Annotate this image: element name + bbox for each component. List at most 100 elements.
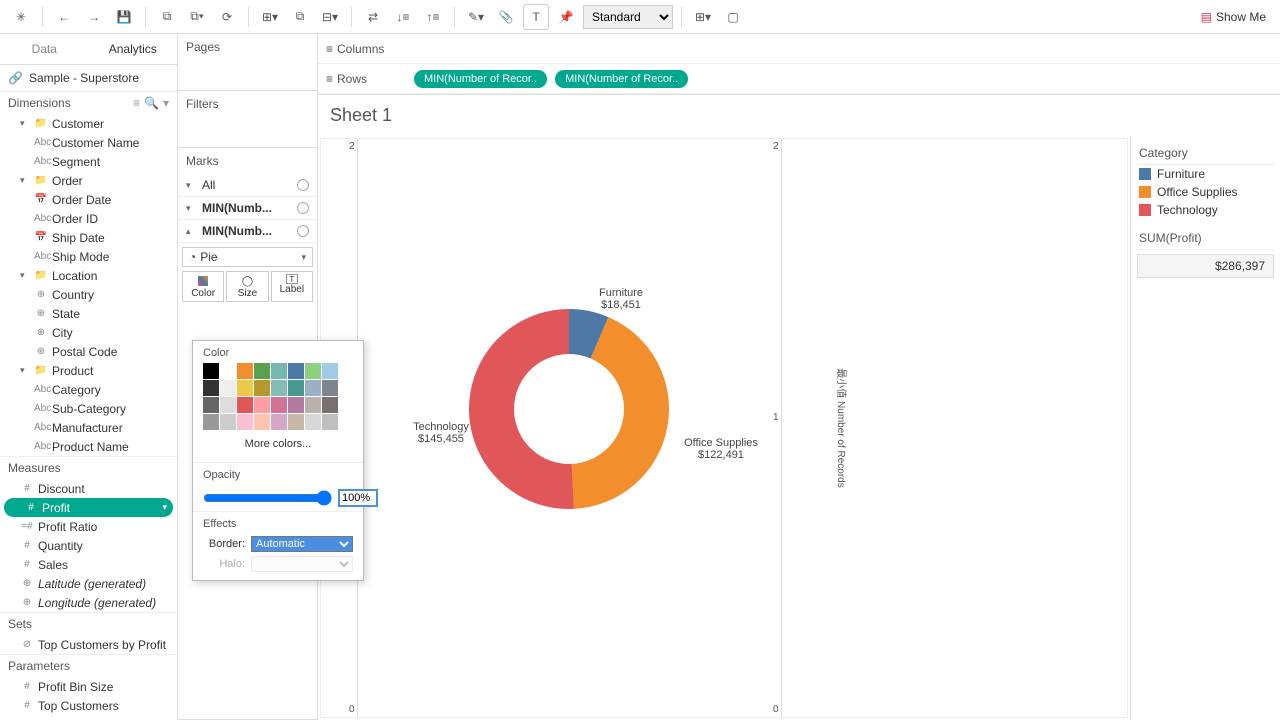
totals-button[interactable]: T — [523, 4, 549, 30]
field-ship-date[interactable]: 📅Ship Date — [0, 228, 177, 247]
set-top-customers[interactable]: ⊘Top Customers by Profit — [0, 635, 177, 654]
halo-select[interactable] — [251, 556, 353, 572]
color-swatch[interactable] — [271, 414, 287, 430]
color-swatch[interactable] — [288, 363, 304, 379]
opacity-input[interactable] — [338, 489, 378, 507]
marks-color-button[interactable]: Color — [182, 271, 224, 302]
color-swatch[interactable] — [220, 363, 236, 379]
color-swatch[interactable] — [203, 363, 219, 379]
search-icon[interactable]: 🔍 — [144, 96, 159, 110]
legend-item[interactable]: Office Supplies — [1137, 183, 1274, 201]
color-swatch[interactable] — [203, 380, 219, 396]
color-swatch[interactable] — [305, 363, 321, 379]
color-swatch[interactable] — [237, 380, 253, 396]
color-swatch[interactable] — [271, 380, 287, 396]
color-swatch[interactable] — [322, 363, 338, 379]
color-swatch[interactable] — [322, 414, 338, 430]
border-select[interactable]: Automatic — [251, 536, 353, 552]
field-segment[interactable]: AbcSegment — [0, 152, 177, 171]
field-order-id[interactable]: AbcOrder ID — [0, 209, 177, 228]
highlight-button[interactable]: ✎▾ — [463, 4, 489, 30]
legend-item[interactable]: Furniture — [1137, 165, 1274, 183]
field-latitude[interactable]: ⊕Latitude (generated) — [0, 574, 177, 593]
marks-all[interactable]: ▾All — [178, 174, 317, 197]
color-swatch[interactable] — [322, 380, 338, 396]
field-profit-ratio[interactable]: =#Profit Ratio — [0, 517, 177, 536]
menu-icon[interactable]: ▾ — [163, 96, 169, 110]
color-swatch[interactable] — [305, 397, 321, 413]
color-swatch[interactable] — [220, 414, 236, 430]
clear-button[interactable]: ⊟▾ — [317, 4, 343, 30]
swap-button[interactable]: ⇄ — [360, 4, 386, 30]
field-customer-name[interactable]: AbcCustomer Name — [0, 133, 177, 152]
opacity-slider[interactable] — [203, 490, 332, 506]
presentation-button[interactable]: ▢ — [720, 4, 746, 30]
field-order-date[interactable]: 📅Order Date — [0, 190, 177, 209]
color-swatch[interactable] — [288, 414, 304, 430]
color-swatch[interactable] — [288, 380, 304, 396]
logo-icon[interactable]: ✳ — [8, 4, 34, 30]
fit-select[interactable]: Standard — [583, 5, 673, 29]
new-datasource-button[interactable]: ⧉ — [154, 4, 180, 30]
filters-shelf[interactable]: Filters — [178, 91, 317, 148]
field-longitude[interactable]: ⊕Longitude (generated) — [0, 593, 177, 612]
marks-size-button[interactable]: ◯Size — [226, 271, 268, 302]
color-swatch[interactable] — [305, 380, 321, 396]
color-swatch[interactable] — [271, 363, 287, 379]
forward-button[interactable]: → — [81, 4, 107, 30]
donut-chart[interactable] — [459, 299, 679, 519]
tab-analytics[interactable]: Analytics — [89, 34, 178, 64]
field-category[interactable]: AbcCategory — [0, 380, 177, 399]
show-me-button[interactable]: ▤ Show Me — [1195, 10, 1272, 24]
field-quantity[interactable]: #Quantity — [0, 536, 177, 555]
marks-label-button[interactable]: TLabel — [271, 271, 313, 302]
color-swatch[interactable] — [220, 397, 236, 413]
field-city[interactable]: ⊕City — [0, 323, 177, 342]
field-subcategory[interactable]: AbcSub-Category — [0, 399, 177, 418]
new-worksheet-button[interactable]: ⊞▾ — [257, 4, 283, 30]
color-swatch[interactable] — [203, 414, 219, 430]
refresh-button[interactable]: ⟳ — [214, 4, 240, 30]
color-swatch[interactable] — [203, 397, 219, 413]
color-swatch[interactable] — [288, 397, 304, 413]
param-top-customers[interactable]: #Top Customers — [0, 696, 177, 715]
field-discount[interactable]: #Discount — [0, 479, 177, 498]
show-cards-button[interactable]: ⊞▾ — [690, 4, 716, 30]
view-icon[interactable]: ≡ — [133, 96, 140, 110]
pill-min-records-1[interactable]: MIN(Number of Recor.. — [414, 70, 547, 88]
rows-shelf[interactable]: ≡Rows MIN(Number of Recor.. MIN(Number o… — [318, 64, 1280, 94]
field-product-name[interactable]: AbcProduct Name — [0, 437, 177, 456]
marks-m1[interactable]: ▾MIN(Numb... — [178, 197, 317, 220]
pause-button[interactable]: ⧉▾ — [184, 4, 210, 30]
group-button[interactable]: 📎 — [493, 4, 519, 30]
legend-item[interactable]: Technology — [1137, 201, 1274, 219]
color-swatch[interactable] — [254, 363, 270, 379]
datasource-row[interactable]: 🔗 Sample - Superstore — [0, 65, 177, 91]
folder-order[interactable]: ▾📁Order — [0, 171, 177, 190]
param-bin-size[interactable]: #Profit Bin Size — [0, 677, 177, 696]
folder-location[interactable]: ▾📁Location — [0, 266, 177, 285]
field-manufacturer[interactable]: AbcManufacturer — [0, 418, 177, 437]
folder-customer[interactable]: ▾📁Customer — [0, 114, 177, 133]
color-swatch[interactable] — [305, 414, 321, 430]
sort-desc-button[interactable]: ↑≡ — [420, 4, 446, 30]
pill-min-records-2[interactable]: MIN(Number of Recor.. — [555, 70, 688, 88]
field-postal[interactable]: ⊕Postal Code — [0, 342, 177, 361]
color-swatch[interactable] — [237, 414, 253, 430]
color-swatch[interactable] — [237, 397, 253, 413]
back-button[interactable]: ← — [51, 4, 77, 30]
color-swatch[interactable] — [322, 397, 338, 413]
field-state[interactable]: ⊕State — [0, 304, 177, 323]
donut-segment[interactable] — [469, 309, 574, 509]
save-button[interactable]: 💾 — [111, 4, 137, 30]
folder-product[interactable]: ▾📁Product — [0, 361, 177, 380]
more-colors-link[interactable]: More colors... — [203, 432, 353, 456]
columns-shelf[interactable]: ≡Columns — [318, 34, 1280, 64]
field-sales[interactable]: #Sales — [0, 555, 177, 574]
pages-shelf[interactable]: Pages — [178, 34, 317, 91]
color-swatch[interactable] — [237, 363, 253, 379]
tab-data[interactable]: Data — [0, 34, 89, 64]
field-profit[interactable]: #Profit▾ — [4, 498, 173, 517]
field-country[interactable]: ⊕Country — [0, 285, 177, 304]
mark-type-select[interactable]: ◔ Pie▾ — [182, 247, 313, 267]
